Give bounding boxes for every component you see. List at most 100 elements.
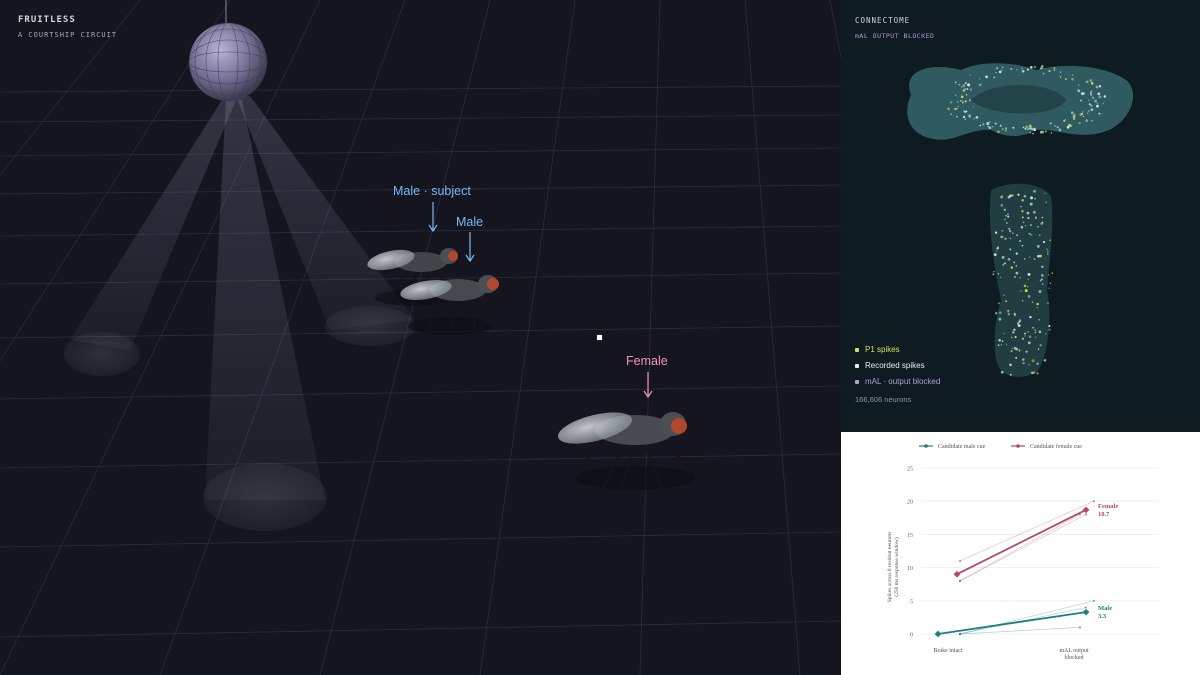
spike-dot xyxy=(1011,347,1013,350)
spike-dot xyxy=(1008,229,1012,233)
spike-dot xyxy=(1036,302,1039,306)
spike-dot xyxy=(1033,128,1036,132)
spike-dot xyxy=(1079,113,1083,116)
spike-dot xyxy=(1024,127,1027,130)
spike-dot xyxy=(1096,104,1099,108)
spike-dot xyxy=(1038,290,1042,294)
spike-dot xyxy=(1011,194,1014,197)
spike-dot xyxy=(1012,126,1015,129)
spike-dot xyxy=(1048,287,1050,289)
legend-mal-output-blocked: mAL · output blocked xyxy=(855,377,940,386)
spike-dot xyxy=(1027,278,1029,280)
spike-dot xyxy=(963,115,966,118)
spike-dot xyxy=(1009,373,1012,376)
spike-dot xyxy=(1030,196,1033,200)
spike-dot xyxy=(969,74,971,76)
spike-dot xyxy=(1003,208,1007,212)
fly-label-male-subject: Male · subject xyxy=(393,184,471,198)
spike-dot xyxy=(1098,84,1102,88)
spike-dot xyxy=(1010,336,1013,339)
spike-dot xyxy=(1072,117,1076,121)
spike-dot xyxy=(1090,108,1094,112)
spike-dot xyxy=(1048,324,1051,328)
spike-dot xyxy=(1022,300,1024,302)
spike-dot xyxy=(1015,271,1019,275)
spike-dot xyxy=(1035,216,1037,218)
spike-dot xyxy=(1080,99,1082,102)
spike-dot xyxy=(1042,283,1044,285)
y-tick-label: 5 xyxy=(910,599,913,605)
spike-dot xyxy=(1058,128,1062,132)
spike-dot xyxy=(1102,102,1105,105)
spike-dot xyxy=(997,344,1000,347)
spike-dot xyxy=(957,105,959,108)
series-point xyxy=(1082,608,1090,616)
disco-ball-icon xyxy=(188,0,268,102)
spike-dot xyxy=(1027,341,1031,345)
spike-dot xyxy=(1004,218,1006,221)
spike-dot xyxy=(1004,129,1008,132)
legend-recorded-spikes: Recorded spikes xyxy=(855,361,925,370)
replicate-point xyxy=(1084,513,1088,516)
fly-icon[interactable] xyxy=(399,275,501,339)
spike-dot xyxy=(1085,80,1089,84)
spike-dot xyxy=(1048,328,1051,331)
spike-dot xyxy=(1045,201,1047,203)
fly-icon[interactable] xyxy=(555,406,708,501)
chart-panel: 0 5 10 15 20 25 Brake intact mAL output blocked S… xyxy=(841,432,1200,675)
spike-dot xyxy=(1024,225,1027,227)
spike-dot xyxy=(1034,336,1037,338)
y-tick-label: 20 xyxy=(907,500,913,506)
spike-dot xyxy=(1021,67,1023,70)
spike-dot xyxy=(1090,104,1093,107)
spike-dot xyxy=(1017,193,1020,196)
spike-dot xyxy=(1036,245,1040,248)
spike-dot xyxy=(1015,347,1019,351)
spike-dot xyxy=(1003,294,1005,296)
spike-dot xyxy=(989,121,991,123)
spike-dot xyxy=(992,273,995,276)
spike-dot xyxy=(1008,227,1011,230)
spike-dot xyxy=(979,124,982,127)
spike-dot xyxy=(1071,77,1074,81)
spike-dot xyxy=(969,88,973,91)
replicate-point xyxy=(958,579,962,582)
spike-dot xyxy=(1070,111,1074,115)
spike-dot xyxy=(1030,65,1033,69)
spike-dot xyxy=(1031,301,1034,303)
spike-dot xyxy=(1047,253,1049,255)
spike-dot xyxy=(973,118,975,120)
spike-dot xyxy=(1088,103,1091,106)
spike-dot xyxy=(1089,79,1093,82)
y-axis-label: (250 ms response window) xyxy=(893,537,900,597)
spike-dot xyxy=(962,102,964,104)
spike-dot xyxy=(1029,202,1033,206)
x-tick-label: blocked xyxy=(1065,655,1084,661)
spike-dot xyxy=(1033,65,1037,69)
spike-dot xyxy=(1001,255,1005,259)
spike-dot xyxy=(1059,71,1062,73)
spike-dot xyxy=(1000,195,1004,199)
spike-dot xyxy=(1027,331,1029,333)
spike-dot xyxy=(947,107,950,111)
spike-dot xyxy=(994,122,997,125)
spike-dot xyxy=(1085,119,1089,122)
spike-dot xyxy=(978,78,981,80)
spike-dot xyxy=(1010,266,1013,269)
spike-dot xyxy=(1018,349,1021,352)
spike-dot xyxy=(959,99,962,102)
connectome-panel[interactable]: CONNECTOME mAL OUTPUT BLOCKED P1 spikes … xyxy=(841,0,1200,432)
spike-dot xyxy=(967,83,971,87)
spike-dot xyxy=(1005,343,1008,346)
spike-dot xyxy=(1033,189,1036,193)
spike-dot xyxy=(1036,362,1039,366)
spike-dot xyxy=(1032,210,1036,214)
spike-dot xyxy=(997,130,1000,134)
spike-dot xyxy=(1091,96,1095,99)
spike-dot xyxy=(1010,350,1013,353)
replicate-line xyxy=(959,514,1081,582)
spike-dot xyxy=(1030,371,1034,375)
scene-viewport[interactable]: FRUITLESS A COURTSHIP CIRCUIT Male · sub… xyxy=(0,0,841,675)
spike-dot xyxy=(1082,111,1084,113)
spike-dot xyxy=(1007,257,1011,261)
